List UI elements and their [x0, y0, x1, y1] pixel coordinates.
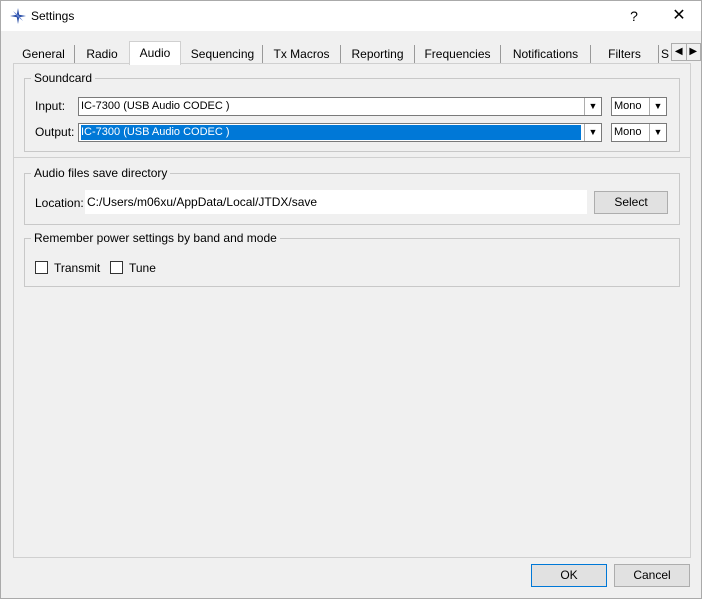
- select-directory-button[interactable]: Select: [594, 191, 668, 214]
- save-directory-group: Audio files save directory Location: C:/…: [24, 166, 680, 225]
- input-device-select[interactable]: IC-7300 (USB Audio CODEC ) ▼: [78, 97, 602, 116]
- help-button[interactable]: ?: [616, 1, 652, 31]
- cancel-button[interactable]: Cancel: [614, 564, 690, 587]
- output-device-value: IC-7300 (USB Audio CODEC ): [81, 125, 581, 140]
- tab-frequencies[interactable]: Frequencies: [415, 45, 501, 64]
- tab-audio[interactable]: Audio: [129, 41, 181, 65]
- app-star-icon: [10, 8, 26, 24]
- input-device-value: IC-7300 (USB Audio CODEC ): [81, 100, 230, 112]
- tab-scroll-right-icon[interactable]: ▶: [685, 44, 701, 60]
- tune-label: Tune: [129, 261, 156, 275]
- tab-scroll-left-icon[interactable]: ◀: [672, 44, 686, 60]
- save-directory-group-title: Audio files save directory: [31, 166, 171, 180]
- transmit-label: Transmit: [54, 261, 101, 275]
- output-channel-value: Mono: [614, 126, 642, 138]
- settings-window: Settings ? ✕ General Radio Audio Sequenc…: [0, 0, 702, 599]
- tab-reporting[interactable]: Reporting: [341, 45, 415, 64]
- output-device-select[interactable]: IC-7300 (USB Audio CODEC ) ▼: [78, 123, 602, 142]
- location-input[interactable]: C:/Users/m06xu/AppData/Local/JTDX/save: [85, 190, 587, 214]
- tab-tx-macros[interactable]: Tx Macros: [263, 45, 341, 64]
- soundcard-group-title: Soundcard: [31, 71, 96, 85]
- tab-filters[interactable]: Filters: [591, 45, 659, 64]
- soundcard-group: Soundcard Input: IC-7300 (USB Audio CODE…: [24, 71, 680, 152]
- location-label: Location:: [35, 196, 84, 210]
- power-settings-group-title: Remember power settings by band and mode: [31, 231, 280, 245]
- input-label: Input:: [35, 99, 66, 113]
- chevron-down-icon: ▼: [649, 124, 666, 141]
- transmit-checkbox[interactable]: [35, 261, 48, 274]
- tab-bar: General Radio Audio Sequencing Tx Macros…: [13, 41, 701, 65]
- tab-s-partial[interactable]: S: [659, 45, 671, 64]
- input-channel-select[interactable]: Mono ▼: [611, 97, 667, 116]
- chevron-down-icon: ▼: [649, 98, 666, 115]
- tab-radio[interactable]: Radio: [75, 45, 129, 64]
- section-divider: [14, 157, 690, 158]
- audio-tab-panel: Soundcard Input: IC-7300 (USB Audio CODE…: [13, 63, 691, 558]
- power-settings-group: Remember power settings by band and mode…: [24, 231, 680, 287]
- tab-scroll-buttons: ◀ ▶: [671, 43, 701, 61]
- output-channel-select[interactable]: Mono ▼: [611, 123, 667, 142]
- output-label: Output:: [35, 125, 75, 139]
- tune-checkbox[interactable]: [110, 261, 123, 274]
- chevron-down-icon: ▼: [584, 124, 601, 141]
- tab-sequencing[interactable]: Sequencing: [183, 45, 263, 64]
- tab-notifications[interactable]: Notifications: [501, 45, 591, 64]
- tab-general[interactable]: General: [13, 45, 75, 64]
- ok-button[interactable]: OK: [531, 564, 607, 587]
- input-channel-value: Mono: [614, 100, 642, 112]
- title-bar: Settings ? ✕: [1, 1, 701, 31]
- window-title: Settings: [31, 9, 75, 23]
- close-button[interactable]: ✕: [657, 1, 701, 31]
- chevron-down-icon: ▼: [584, 98, 601, 115]
